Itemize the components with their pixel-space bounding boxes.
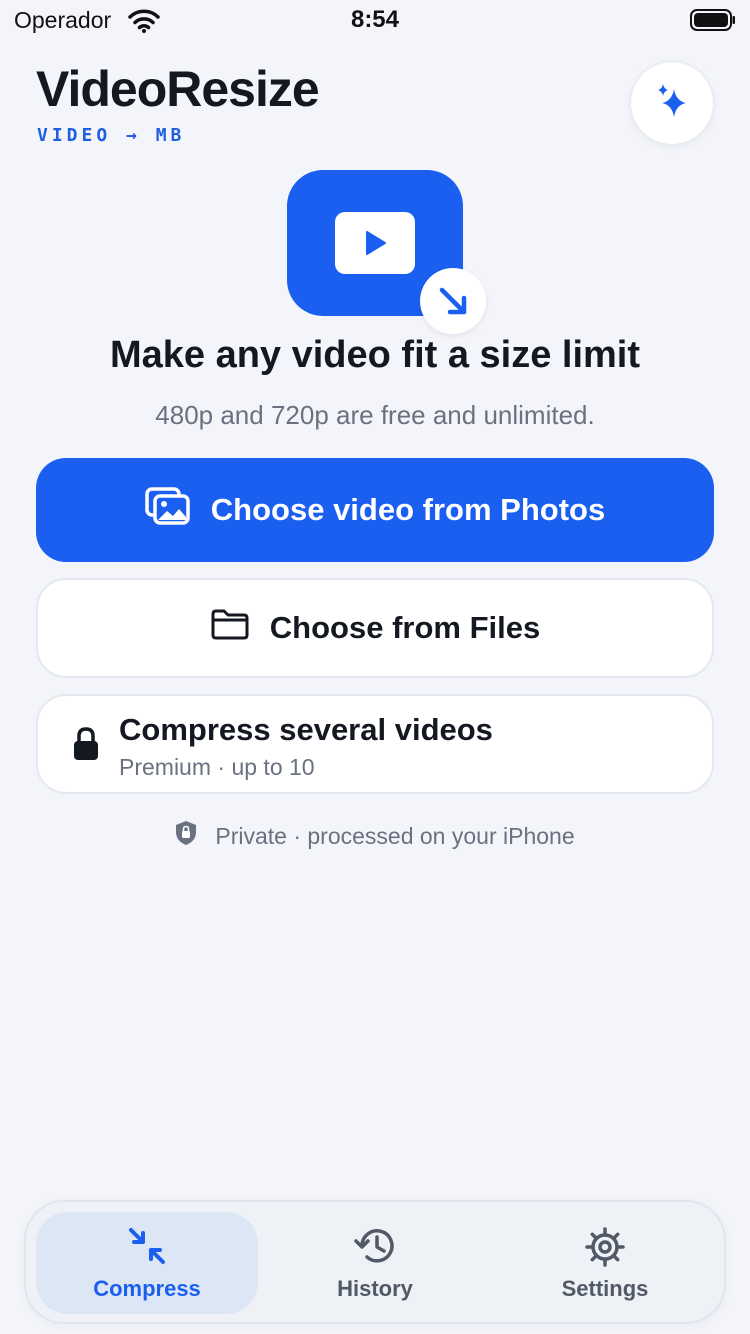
tab-history[interactable]: History xyxy=(264,1212,486,1314)
compress-icon xyxy=(36,1226,258,1266)
choose-from-photos-button[interactable]: Choose video from Photos xyxy=(36,458,714,562)
tab-bar: Compress History Settings xyxy=(24,1200,726,1324)
status-bar: Operador 8:54 xyxy=(0,0,750,40)
app-subtitle: VIDEO → MB xyxy=(37,125,186,146)
tab-settings[interactable]: Settings xyxy=(494,1212,716,1314)
history-icon xyxy=(264,1226,486,1266)
choose-from-photos-label: Choose video from Photos xyxy=(210,492,606,527)
batch-subtitle: Premium · up to 10 xyxy=(119,754,315,780)
choose-from-files-label: Choose from Files xyxy=(269,610,541,645)
privacy-text: Private · processed on your iPhone xyxy=(215,822,575,849)
clock: 8:54 xyxy=(350,6,400,33)
sparkles-button[interactable] xyxy=(630,61,714,145)
folder-icon xyxy=(210,608,250,648)
hero-tagline: 480p and 720p are free and unlimited. xyxy=(155,400,595,430)
privacy-note: Private · processed on your iPhone xyxy=(0,820,750,852)
choose-from-files-button[interactable]: Choose from Files xyxy=(36,578,714,678)
hero-headline: Make any video fit a size limit xyxy=(109,334,641,376)
app-title: VideoResize xyxy=(36,61,320,117)
tab-compress[interactable]: Compress xyxy=(36,1212,258,1314)
tab-history-label: History xyxy=(337,1276,413,1301)
tab-settings-label: Settings xyxy=(561,1276,649,1301)
tab-compress-label: Compress xyxy=(93,1276,201,1301)
shield-lock-icon xyxy=(175,820,197,852)
lock-icon xyxy=(72,726,100,767)
batch-title: Compress several videos xyxy=(119,712,493,747)
battery-icon xyxy=(690,9,736,36)
sparkles-icon xyxy=(652,81,692,126)
gear-icon xyxy=(494,1226,716,1268)
resize-arrow-icon xyxy=(420,268,486,334)
play-icon xyxy=(335,212,415,274)
compress-several-videos-button[interactable]: Compress several videos Premium · up to … xyxy=(36,694,714,794)
photos-icon xyxy=(145,487,191,533)
